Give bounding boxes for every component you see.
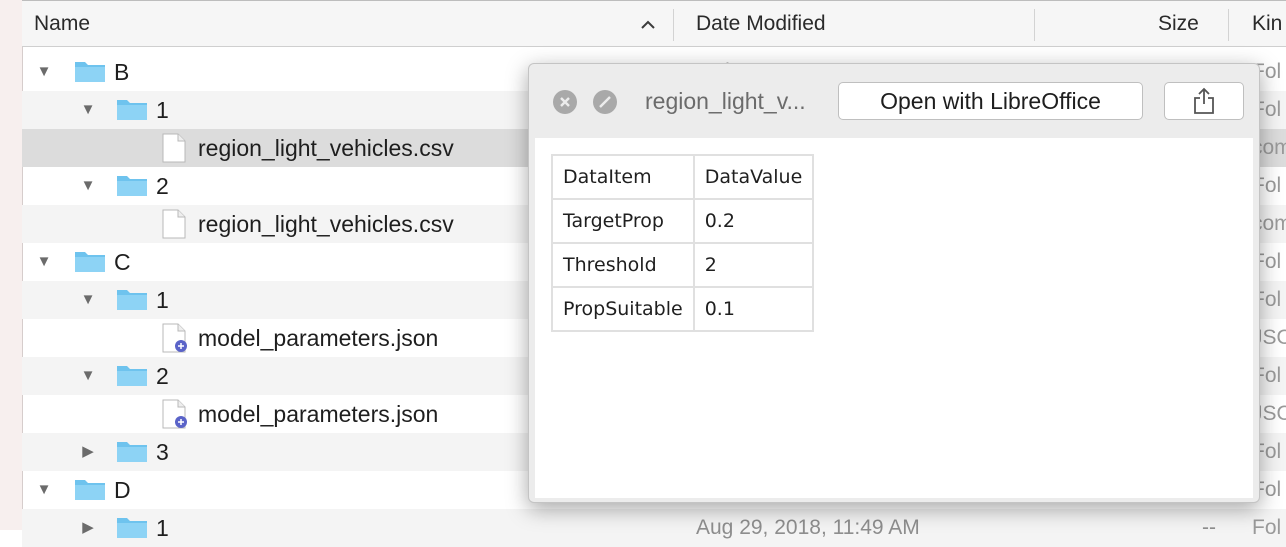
item-name: 2	[156, 173, 169, 199]
table-cell: 2	[692, 242, 815, 288]
fullscreen-disabled-icon[interactable]	[593, 90, 617, 114]
csv-file-icon	[162, 133, 186, 168]
disclosure-expanded-icon[interactable]: ▼	[34, 471, 54, 509]
item-name: D	[114, 477, 131, 503]
table-header-cell: DataItem	[551, 154, 695, 200]
quick-look-panel: region_light_v... Open with LibreOffice …	[528, 63, 1260, 503]
table-cell: Threshold	[551, 242, 695, 288]
disclosure-expanded-icon[interactable]: ▼	[78, 281, 98, 319]
item-date: Aug 29, 2018, 11:49 AM	[696, 516, 920, 539]
folder-icon	[116, 97, 148, 126]
item-name: model_parameters.json	[198, 325, 439, 351]
share-icon	[1194, 87, 1214, 114]
item-name: C	[114, 249, 131, 275]
item-name: 1	[156, 287, 169, 313]
item-size: --	[1202, 516, 1216, 539]
table-row: TargetProp 0.2	[551, 198, 815, 244]
item-name: 2	[156, 363, 169, 389]
date-modified-column-header[interactable]: Date Modified	[696, 1, 826, 47]
item-name: 1	[156, 97, 169, 123]
quick-look-content: DataItem DataValue TargetProp 0.2 Thresh…	[535, 138, 1253, 498]
disclosure-collapsed-icon[interactable]: ▶	[78, 509, 98, 547]
folder-icon	[74, 477, 106, 506]
kind-column-header[interactable]: Kin	[1252, 1, 1282, 47]
window-edge	[0, 0, 23, 530]
table-row: DataItem DataValue	[551, 154, 815, 200]
close-icon[interactable]	[553, 90, 577, 114]
list-item[interactable]: ▶ 1 Aug 29, 2018, 11:49 AM -- Fol	[22, 509, 1286, 547]
table-cell: 0.1	[692, 286, 815, 332]
disclosure-expanded-icon[interactable]: ▼	[34, 243, 54, 281]
item-name: B	[114, 59, 130, 85]
table-cell: TargetProp	[551, 198, 695, 244]
folder-icon	[74, 249, 106, 278]
open-with-libreoffice-button[interactable]: Open with LibreOffice	[838, 82, 1143, 120]
folder-icon	[74, 59, 106, 88]
quick-look-titlebar: region_light_v... Open with LibreOffice	[529, 64, 1259, 136]
item-name: 3	[156, 439, 169, 465]
disclosure-collapsed-icon[interactable]: ▶	[78, 433, 98, 471]
folder-icon	[116, 439, 148, 468]
size-column-header[interactable]: Size	[1158, 1, 1199, 47]
table-header-cell: DataValue	[692, 154, 815, 200]
table-row: Threshold 2	[551, 242, 815, 288]
folder-icon	[116, 173, 148, 202]
table-cell: PropSuitable	[551, 286, 695, 332]
table-cell: 0.2	[692, 198, 815, 244]
item-name: model_parameters.json	[198, 401, 439, 427]
csv-file-icon	[162, 209, 186, 244]
item-name: 1	[156, 515, 169, 541]
item-name: region_light_vehicles.csv	[198, 135, 454, 161]
quick-look-title: region_light_v...	[645, 88, 806, 114]
share-button[interactable]	[1164, 82, 1244, 120]
disclosure-expanded-icon[interactable]: ▼	[34, 53, 54, 91]
folder-icon	[116, 363, 148, 392]
sort-ascending-icon[interactable]	[640, 1, 656, 47]
folder-icon	[116, 287, 148, 316]
column-header-bar: Name Date Modified Size Kin	[22, 0, 1286, 47]
disclosure-expanded-icon[interactable]: ▼	[78, 357, 98, 395]
json-file-icon	[162, 399, 188, 434]
disclosure-expanded-icon[interactable]: ▼	[78, 91, 98, 129]
table-row: PropSuitable 0.1	[551, 286, 815, 332]
disclosure-expanded-icon[interactable]: ▼	[78, 167, 98, 205]
json-file-icon	[162, 323, 188, 358]
csv-preview-table: DataItem DataValue TargetProp 0.2 Thresh…	[551, 154, 815, 332]
item-name: region_light_vehicles.csv	[198, 211, 454, 237]
column-separator[interactable]	[1228, 9, 1229, 41]
item-kind: Fol	[1252, 516, 1282, 539]
column-separator[interactable]	[1034, 9, 1035, 41]
column-separator[interactable]	[673, 9, 674, 41]
name-column-header[interactable]: Name	[34, 1, 90, 47]
